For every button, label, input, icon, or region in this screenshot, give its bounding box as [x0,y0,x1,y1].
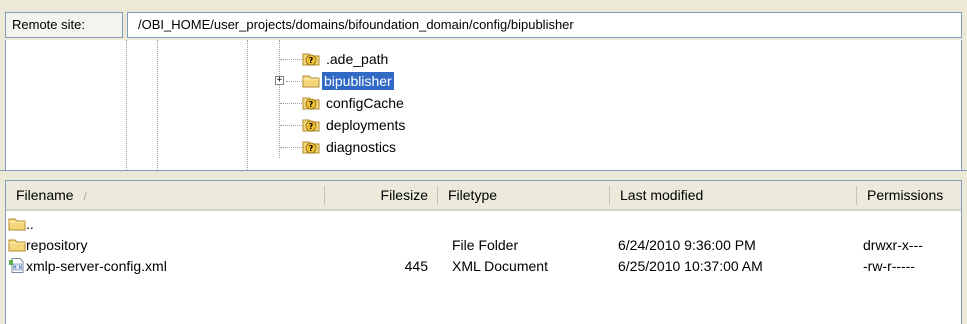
tree-item-label: diagnostics [326,139,397,155]
question-folder-icon: ? [302,141,320,154]
tree-item-label: deployments [326,117,406,133]
tree-item-ade-path[interactable]: ? .ade_path [6,48,961,70]
svg-text:?: ? [309,56,314,65]
tree-item-label: bipublisher [322,72,394,90]
question-folder-icon: ? [302,53,320,66]
file-row-repository[interactable]: repository File Folder 6/24/2010 9:36:00… [6,235,961,255]
tree-item-label: .ade_path [326,51,389,67]
remote-site-bar: Remote site: /OBI_HOME/user_projects/dom… [0,0,967,42]
folder-icon [8,239,26,252]
file-last-modified: 6/24/2010 9:36:00 PM [618,237,756,253]
xml-file-icon [9,258,24,273]
tree-item-deployments[interactable]: ? deployments [6,114,961,136]
tree-item-label: configCache [326,95,404,111]
expand-plus-icon[interactable]: + [275,76,284,85]
remote-site-path-input[interactable]: /OBI_HOME/user_projects/domains/bifounda… [127,12,962,38]
tree-item-bipublisher[interactable]: + bipublisher [6,70,961,92]
column-header-last-modified[interactable]: Last modified [610,181,855,209]
file-row-xmlp-server-config[interactable]: xmlp-server-config.xml 445 XML Document … [6,256,961,276]
file-name: .. [26,216,34,232]
svg-text:?: ? [309,100,314,109]
tree-item-configcache[interactable]: ? configCache [6,92,961,114]
column-header-filetype[interactable]: Filetype [438,181,608,209]
file-size [324,235,428,255]
file-type: File Folder [452,237,519,253]
file-last-modified: 6/25/2010 10:37:00 AM [618,258,763,274]
remote-directory-tree[interactable]: ? .ade_path + bipublisher ? configCache … [5,40,962,170]
file-list-header: Filename / Filesize Filetype Last modifie… [6,181,961,211]
file-permissions: drwxr-x--- [863,237,923,253]
folder-icon [8,218,26,231]
tree-item-diagnostics[interactable]: ? diagnostics [6,136,961,158]
sort-ascending-icon: / [83,191,87,203]
column-header-filename[interactable]: Filename / [6,181,324,209]
column-header-permissions[interactable]: Permissions [857,181,961,209]
file-row-parent-directory[interactable]: .. [6,214,961,234]
question-folder-icon: ? [302,119,320,132]
remote-site-label: Remote site: [5,12,123,38]
folder-icon [302,75,320,88]
pane-splitter[interactable] [0,170,967,180]
file-type: XML Document [452,258,548,274]
column-header-filesize[interactable]: Filesize [324,181,436,209]
svg-text:?: ? [309,144,314,153]
file-name: xmlp-server-config.xml [26,258,167,274]
file-size: 445 [404,258,428,274]
remote-file-list[interactable]: Filename / Filesize Filetype Last modifie… [5,180,962,324]
file-name: repository [26,237,88,253]
file-permissions: -rw-r----- [863,258,916,274]
svg-text:?: ? [309,122,314,131]
question-folder-icon: ? [302,97,320,110]
